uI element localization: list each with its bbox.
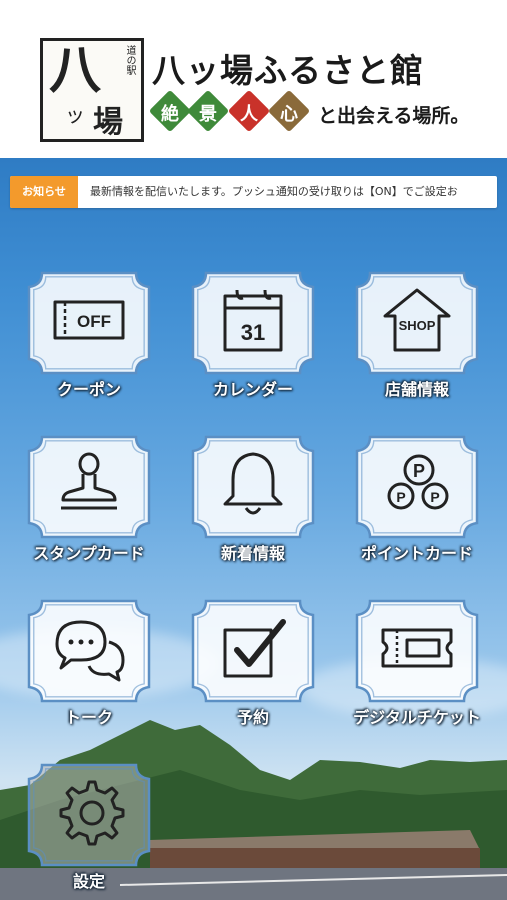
svg-text:OFF: OFF	[77, 312, 111, 331]
menu-tile-coupon[interactable]: OFF クーポン	[26, 270, 152, 399]
svg-text:P: P	[413, 461, 425, 481]
menu-tile-gear[interactable]: 設定	[26, 762, 152, 891]
stamp-icon	[61, 452, 117, 510]
chat-icon	[55, 620, 125, 682]
diamond-4-char: 心	[280, 104, 298, 125]
menu-tile-label: カレンダー	[212, 380, 293, 399]
menu-tile-stamp[interactable]: スタンプカード	[26, 434, 152, 563]
menu-tile-shop[interactable]: SHOP 店舗情報	[354, 270, 480, 399]
menu-tile-label: 設定	[72, 872, 105, 891]
logo-sub: 道の駅	[124, 45, 135, 75]
news-tag: お知らせ	[10, 176, 78, 208]
menu-tile-label: 予約	[236, 708, 269, 727]
home-background: お知らせ 最新情報を配信いたします。プッシュ通知の受け取りは【ON】でご設定お …	[0, 158, 507, 900]
menu-tile-label: 店舗情報	[384, 380, 449, 399]
menu-tile-ticket[interactable]: デジタルチケット	[353, 598, 481, 727]
checkbox-icon	[223, 619, 286, 678]
news-text: 最新情報を配信いたします。プッシュ通知の受け取りは【ON】でご設定お	[90, 185, 458, 198]
menu-tile-label: ポイントカード	[360, 544, 473, 563]
point-icon: PP P	[387, 454, 449, 510]
menu-tile-label: デジタルチケット	[353, 708, 481, 727]
svg-text:SHOP: SHOP	[399, 318, 436, 333]
app-header: 道の駅 八 ッ 場 八ッ場ふるさと館 絶 景 人 心 と出会える場所。	[0, 0, 507, 158]
menu-tile-label: スタンプカード	[33, 544, 145, 563]
menu-tile-point[interactable]: P P P ポイントカード	[354, 434, 480, 563]
diamond-1-char: 絶	[161, 104, 179, 125]
menu-tile-checkbox[interactable]: 予約	[190, 598, 316, 727]
svg-text:31: 31	[241, 320, 265, 345]
shop-icon: SHOP	[383, 288, 451, 352]
menu-tile-label: クーポン	[56, 380, 121, 399]
menu-tile-calendar[interactable]: 31 カレンダー	[190, 270, 316, 399]
news-ticker[interactable]: お知らせ 最新情報を配信いたします。プッシュ通知の受け取りは【ON】でご設定お	[10, 176, 497, 208]
bell-icon	[223, 452, 283, 515]
menu-tile-label: トーク	[64, 708, 113, 727]
logo-tiny: ッ	[65, 103, 85, 127]
ticket-icon	[381, 628, 453, 668]
calendar-icon: 31	[223, 289, 283, 352]
coupon-icon: OFF	[53, 300, 125, 340]
menu-tile-label: 新着情報	[220, 544, 285, 563]
svg-text:P: P	[430, 489, 439, 505]
app-title: 八ッ場ふるさと館	[152, 51, 424, 90]
diamond-2-char: 景	[199, 104, 217, 125]
logo-big: 八	[49, 40, 102, 101]
logo-small: 場	[93, 105, 123, 140]
menu-tile-chat[interactable]: トーク	[26, 598, 152, 727]
logo: 道の駅 八 ッ 場	[40, 38, 144, 142]
tagline-text: と出会える場所。	[318, 105, 470, 127]
gear-icon	[59, 780, 125, 846]
svg-text:P: P	[396, 489, 405, 505]
diamond-3-char: 人	[240, 104, 258, 125]
menu-tile-bell[interactable]: 新着情報	[190, 434, 316, 563]
